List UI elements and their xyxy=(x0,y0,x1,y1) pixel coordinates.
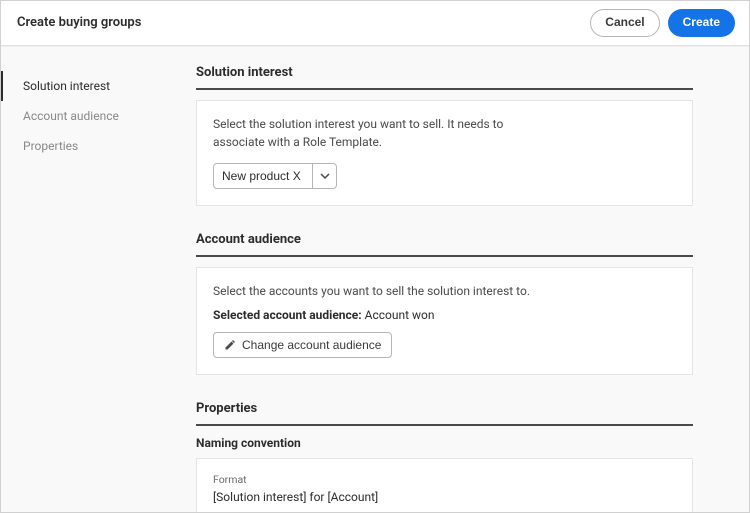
account-audience-description: Select the accounts you want to sell the… xyxy=(213,282,676,300)
solution-interest-dropdown-toggle[interactable] xyxy=(313,163,337,189)
chevron-down-icon xyxy=(320,173,330,179)
section-properties: Properties Naming convention Format [Sol… xyxy=(196,401,693,512)
section-account-audience: Account audience Select the accounts you… xyxy=(196,232,693,375)
solution-interest-combobox xyxy=(213,163,337,189)
top-bar-actions: Cancel Create xyxy=(590,9,735,37)
selected-account-value: Account won xyxy=(365,308,435,322)
section-heading: Solution interest xyxy=(196,65,693,80)
sidebar-item-solution-interest[interactable]: Solution interest xyxy=(1,71,176,101)
change-account-audience-label: Change account audience xyxy=(242,338,381,352)
naming-convention-heading: Naming convention xyxy=(196,436,693,450)
section-heading: Account audience xyxy=(196,232,693,247)
create-button[interactable]: Create xyxy=(668,9,735,37)
main-content: Solution interest Select the solution in… xyxy=(176,47,749,512)
sidebar-item-label: Solution interest xyxy=(23,79,110,93)
section-rule xyxy=(196,255,693,257)
format-label: Format xyxy=(213,473,676,486)
section-solution-interest: Solution interest Select the solution in… xyxy=(196,65,693,206)
app-window: Create buying groups Cancel Create Solut… xyxy=(0,0,750,513)
page-title: Create buying groups xyxy=(17,15,141,30)
sidebar-item-properties[interactable]: Properties xyxy=(1,131,176,161)
sidebar-item-label: Properties xyxy=(23,139,78,153)
change-account-audience-button[interactable]: Change account audience xyxy=(213,332,392,358)
sidebar-item-account-audience[interactable]: Account audience xyxy=(1,101,176,131)
sidebar-item-label: Account audience xyxy=(23,109,119,123)
cancel-button[interactable]: Cancel xyxy=(590,9,659,37)
account-audience-card: Select the accounts you want to sell the… xyxy=(196,267,693,375)
format-value: [Solution interest] for [Account] xyxy=(213,490,676,504)
selected-account-line: Selected account audience: Account won xyxy=(213,308,676,322)
section-heading: Properties xyxy=(196,401,693,416)
selected-account-label: Selected account audience: xyxy=(213,308,362,322)
solution-interest-card: Select the solution interest you want to… xyxy=(196,100,693,206)
solution-interest-input[interactable] xyxy=(213,163,313,189)
sidebar: Solution interest Account audience Prope… xyxy=(1,47,176,512)
pencil-icon xyxy=(224,339,236,351)
section-rule xyxy=(196,424,693,426)
section-rule xyxy=(196,88,693,90)
solution-interest-description: Select the solution interest you want to… xyxy=(213,115,533,151)
naming-convention-card: Format [Solution interest] for [Account] xyxy=(196,458,693,512)
body: Solution interest Account audience Prope… xyxy=(1,46,749,512)
top-bar: Create buying groups Cancel Create xyxy=(1,1,749,46)
